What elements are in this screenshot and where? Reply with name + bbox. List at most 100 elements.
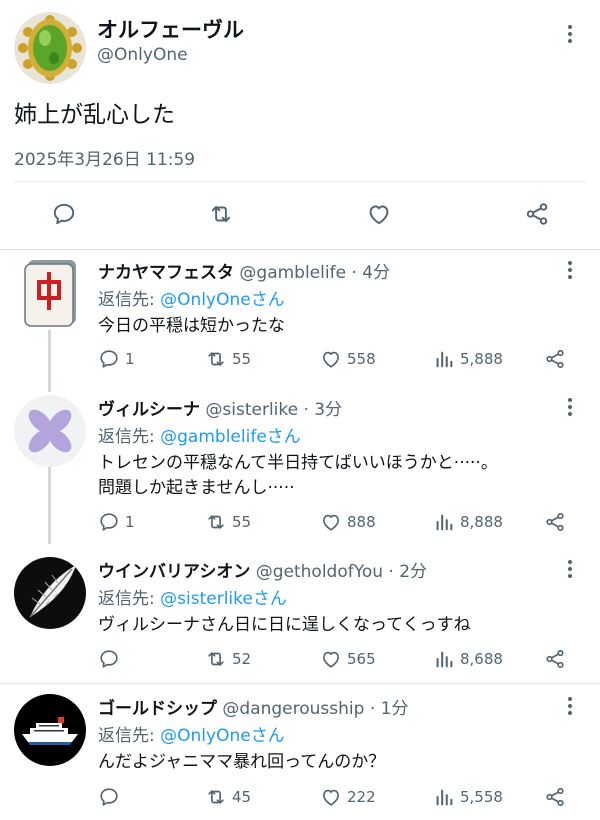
reply-stats: 1 55 888 8,888 bbox=[98, 509, 568, 535]
like-icon bbox=[323, 514, 339, 531]
reply-button[interactable] bbox=[49, 199, 79, 229]
reply-text-line: 問題しか起きませんし····· bbox=[98, 478, 295, 498]
more-options-button[interactable] bbox=[558, 395, 582, 419]
view-count: 8,888 bbox=[460, 513, 503, 531]
reply-count: 1 bbox=[125, 513, 135, 531]
views-icon bbox=[436, 514, 453, 531]
reply-count-button[interactable]: 1 bbox=[98, 509, 135, 535]
gold-brooch-avatar-icon bbox=[14, 12, 86, 84]
handle-and-time[interactable]: @dangerousship · 1分 bbox=[217, 699, 408, 719]
avatar[interactable] bbox=[14, 395, 86, 467]
retweet-count: 55 bbox=[232, 513, 252, 531]
mahjong-tile-avatar-icon bbox=[14, 258, 86, 330]
avatar[interactable] bbox=[14, 12, 86, 84]
feather-avatar-icon bbox=[14, 557, 86, 629]
reply-to-label: 返信先: bbox=[98, 427, 161, 447]
reply-icon bbox=[100, 650, 118, 668]
views-icon bbox=[436, 789, 453, 806]
view-count: 5,558 bbox=[460, 788, 503, 806]
view-count-button[interactable]: 5,558 bbox=[433, 784, 503, 810]
reply-tweet: ゴールドシップ @dangerousship · 1分 返信先: @OnlyOn… bbox=[0, 694, 600, 814]
handle-and-time[interactable]: @gamblelife · 4分 bbox=[234, 263, 390, 283]
share-button[interactable] bbox=[544, 346, 566, 372]
display-name[interactable]: ナカヤマフェスタ bbox=[98, 263, 234, 283]
handle-and-time[interactable]: @getholdofYou · 2分 bbox=[250, 562, 427, 582]
reply-icon bbox=[100, 788, 118, 806]
display-name[interactable]: ゴールドシップ bbox=[98, 699, 217, 719]
share-icon bbox=[546, 512, 564, 532]
like-count: 565 bbox=[347, 650, 376, 668]
reply-stats: 52 565 8,688 bbox=[98, 646, 568, 672]
reply-tweet: ヴィルシーナ @sisterlike · 3分 返信先: @gamblelife… bbox=[0, 395, 600, 545]
user-handle[interactable]: @OnlyOne bbox=[97, 45, 188, 65]
avatar[interactable] bbox=[14, 258, 86, 330]
reply-stats: 1 55 558 5,888 bbox=[98, 346, 568, 372]
retweet-count-button[interactable]: 55 bbox=[205, 509, 251, 535]
like-count: 558 bbox=[347, 350, 376, 368]
more-options-button[interactable] bbox=[558, 22, 582, 46]
reply-tweet: ウインバリアシオン @getholdofYou · 2分 返信先: @siste… bbox=[0, 557, 600, 677]
more-options-button[interactable] bbox=[558, 694, 582, 718]
share-button[interactable] bbox=[544, 509, 566, 535]
view-count: 5,888 bbox=[460, 350, 503, 368]
like-count-button[interactable]: 565 bbox=[320, 646, 376, 672]
like-icon bbox=[323, 351, 339, 368]
handle-and-time[interactable]: @sisterlike · 3分 bbox=[200, 400, 342, 420]
retweet-icon bbox=[208, 352, 224, 366]
reply-to-link[interactable]: @OnlyOneさん bbox=[160, 290, 285, 310]
more-options-button[interactable] bbox=[558, 557, 582, 581]
more-options-button[interactable] bbox=[558, 258, 582, 282]
retweet-icon bbox=[211, 205, 231, 223]
reply-text: 今日の平穏は短かったな bbox=[98, 316, 285, 336]
reply-text: ヴィルシーナさん日に日に逞しくなってくっすね bbox=[98, 615, 471, 635]
display-name[interactable]: オルフェーヴル bbox=[97, 14, 244, 44]
retweet-count-button[interactable]: 55 bbox=[205, 346, 251, 372]
reply-to-label: 返信先: bbox=[98, 726, 161, 746]
tweet-text: 姉上が乱心した bbox=[14, 102, 175, 128]
view-count-button[interactable]: 8,888 bbox=[433, 509, 503, 535]
reply-to-link[interactable]: @sisterlikeさん bbox=[160, 589, 287, 609]
retweet-count: 55 bbox=[232, 350, 252, 368]
share-button[interactable] bbox=[544, 646, 566, 672]
like-button[interactable] bbox=[364, 199, 394, 229]
like-icon bbox=[323, 789, 339, 806]
display-name[interactable]: ヴィルシーナ bbox=[98, 400, 200, 420]
purple-flower-avatar-icon bbox=[14, 395, 86, 467]
reply-count-button[interactable]: 1 bbox=[98, 346, 135, 372]
reply-count-button[interactable] bbox=[98, 784, 125, 810]
like-count: 222 bbox=[347, 788, 376, 806]
reply-to-label: 返信先: bbox=[98, 589, 161, 609]
reply-to-label: 返信先: bbox=[98, 290, 161, 310]
main-tweet: オルフェーヴル @OnlyOne 姉上が乱心した 2025年3月26日 11:5… bbox=[0, 0, 600, 250]
tweet-timestamp[interactable]: 2025年3月26日 11:59 bbox=[14, 145, 195, 170]
view-count-button[interactable]: 8,688 bbox=[433, 646, 503, 672]
section-divider bbox=[0, 683, 600, 684]
reply-stats: 45 222 5,558 bbox=[98, 784, 568, 810]
like-count-button[interactable]: 888 bbox=[320, 509, 376, 535]
reply-count-button[interactable] bbox=[98, 646, 125, 672]
retweet-count-button[interactable]: 52 bbox=[205, 646, 251, 672]
share-button[interactable] bbox=[522, 199, 552, 229]
retweet-count: 45 bbox=[232, 788, 252, 806]
views-icon bbox=[436, 351, 453, 368]
reply-to-link[interactable]: @gamblelifeさん bbox=[160, 427, 301, 447]
share-icon bbox=[546, 787, 564, 807]
reply-to-link[interactable]: @OnlyOneさん bbox=[160, 726, 285, 746]
reply-count: 1 bbox=[125, 350, 135, 368]
view-count-button[interactable]: 5,888 bbox=[433, 346, 503, 372]
avatar[interactable] bbox=[14, 694, 86, 766]
avatar[interactable] bbox=[14, 557, 86, 629]
cruise-ship-avatar-icon bbox=[14, 694, 86, 766]
share-button[interactable] bbox=[544, 784, 566, 810]
retweet-count-button[interactable]: 45 bbox=[205, 784, 251, 810]
views-icon bbox=[436, 651, 453, 668]
divider bbox=[14, 181, 586, 182]
retweet-count: 52 bbox=[232, 650, 252, 668]
like-icon bbox=[323, 651, 339, 668]
retweet-button[interactable] bbox=[206, 199, 236, 229]
like-count-button[interactable]: 558 bbox=[320, 346, 376, 372]
view-count: 8,688 bbox=[460, 650, 503, 668]
like-count-button[interactable]: 222 bbox=[320, 784, 376, 810]
retweet-icon bbox=[208, 652, 224, 666]
display-name[interactable]: ウインバリアシオン bbox=[98, 562, 250, 582]
